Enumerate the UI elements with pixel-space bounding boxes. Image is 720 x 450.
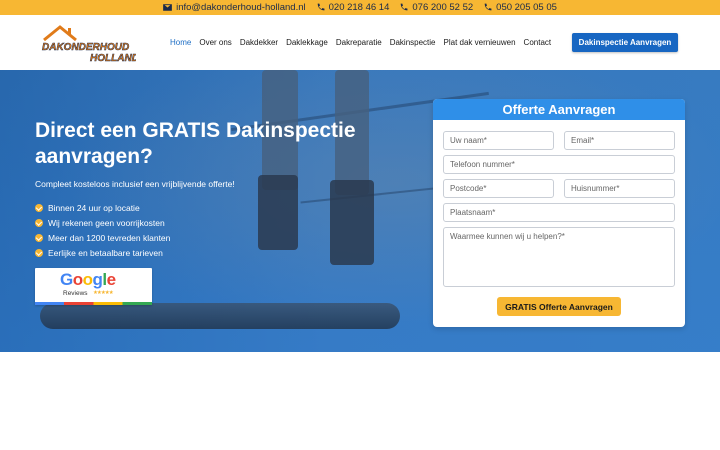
worker-boot <box>258 175 298 250</box>
phone-text-2: 076 200 52 52 <box>412 2 474 13</box>
benefit-list: Binnen 24 uur op locatie Wij rekenen gee… <box>35 200 170 260</box>
google-reviews-badge[interactable]: Google Reviews ★★★★★ <box>35 268 152 305</box>
dakinspectie-aanvragen-button[interactable]: Dakinspectie Aanvragen <box>572 33 678 52</box>
google-letter: Google <box>60 270 116 289</box>
phone-link-2[interactable]: 076 200 52 52 <box>399 2 473 13</box>
logo-text-1: DAKONDERHOUD <box>42 42 129 53</box>
hero-subtitle: Compleet kosteloos inclusief een vrijbli… <box>35 179 235 189</box>
list-item: Meer dan 1200 tevreden klanten <box>35 230 170 245</box>
nav-dakdekker[interactable]: Dakdekker <box>240 38 278 47</box>
check-icon <box>35 233 43 242</box>
house-number-input[interactable] <box>564 179 675 198</box>
phone-input[interactable] <box>443 155 675 174</box>
google-reviews-label: Reviews <box>63 290 88 297</box>
phone-text-1: 020 218 46 14 <box>328 2 390 13</box>
google-letter: g <box>92 270 103 289</box>
phone-text-3: 050 205 05 05 <box>496 2 557 13</box>
submit-quote-button[interactable]: GRATIS Offerte Aanvragen <box>497 297 621 316</box>
google-letter: e <box>106 270 116 289</box>
star-rating: ★★★★★ <box>93 290 114 296</box>
list-item: Binnen 24 uur op locatie <box>35 200 170 215</box>
check-icon <box>35 248 43 257</box>
nav-dakreparatie[interactable]: Dakreparatie <box>336 38 382 47</box>
nav-dakinspectie[interactable]: Dakinspectie <box>390 38 436 47</box>
phone-icon <box>401 3 408 11</box>
hero-title: Direct een GRATIS Dakinspectie aanvragen… <box>35 119 356 168</box>
google-letter: o <box>72 270 83 289</box>
google-color-bar <box>35 302 152 305</box>
nav-daklekkage[interactable]: Daklekkage <box>286 38 328 47</box>
logo-text-2: HOLLAND <box>90 53 136 64</box>
city-input[interactable] <box>443 203 675 222</box>
nav-over-ons[interactable]: Over ons <box>199 38 231 47</box>
list-item: Wij rekenen geen voorrijkosten <box>35 215 170 230</box>
phone-icon <box>484 3 492 11</box>
roofing-roll <box>40 303 400 329</box>
top-contact-bar: info@dakonderhoud-holland.nl 020 218 46 … <box>0 0 720 15</box>
form-title: Offerte Aanvragen <box>433 99 685 120</box>
phone-link-3[interactable]: 050 205 05 05 <box>483 2 557 13</box>
email-input[interactable] <box>564 131 675 150</box>
site-logo[interactable]: DAKONDERHOUD HOLLAND <box>40 24 139 64</box>
nav-home[interactable]: Home <box>170 38 191 47</box>
check-icon <box>35 218 43 227</box>
postcode-input[interactable] <box>443 179 554 198</box>
name-input[interactable] <box>443 131 554 150</box>
google-wordmark: Google <box>60 270 116 290</box>
phone-link-1[interactable]: 020 218 46 14 <box>316 2 390 13</box>
roof-logo-icon: DAKONDERHOUD HOLLAND <box>42 25 139 64</box>
main-nav: Home Over ons Dakdekker Daklekkage Dakre… <box>170 15 551 70</box>
email-icon <box>163 4 172 11</box>
google-letter: o <box>82 270 93 289</box>
site-header: DAKONDERHOUD HOLLAND Home Over ons Dakde… <box>0 15 720 70</box>
worker-boot <box>330 180 374 265</box>
phone-icon <box>317 3 325 11</box>
nav-plat-dak-vernieuwen[interactable]: Plat dak vernieuwen <box>444 38 516 47</box>
check-icon <box>35 203 43 212</box>
email-link[interactable]: info@dakonderhoud-holland.nl <box>163 2 306 13</box>
quote-form: Offerte Aanvragen GRATIS Offerte Aanvrag… <box>433 99 685 327</box>
email-text: info@dakonderhoud-holland.nl <box>176 2 306 13</box>
list-item: Eerlijke en betaalbare tarieven <box>35 245 170 260</box>
nav-contact[interactable]: Contact <box>524 38 552 47</box>
message-textarea[interactable] <box>443 227 675 287</box>
google-letter: G <box>60 270 73 289</box>
